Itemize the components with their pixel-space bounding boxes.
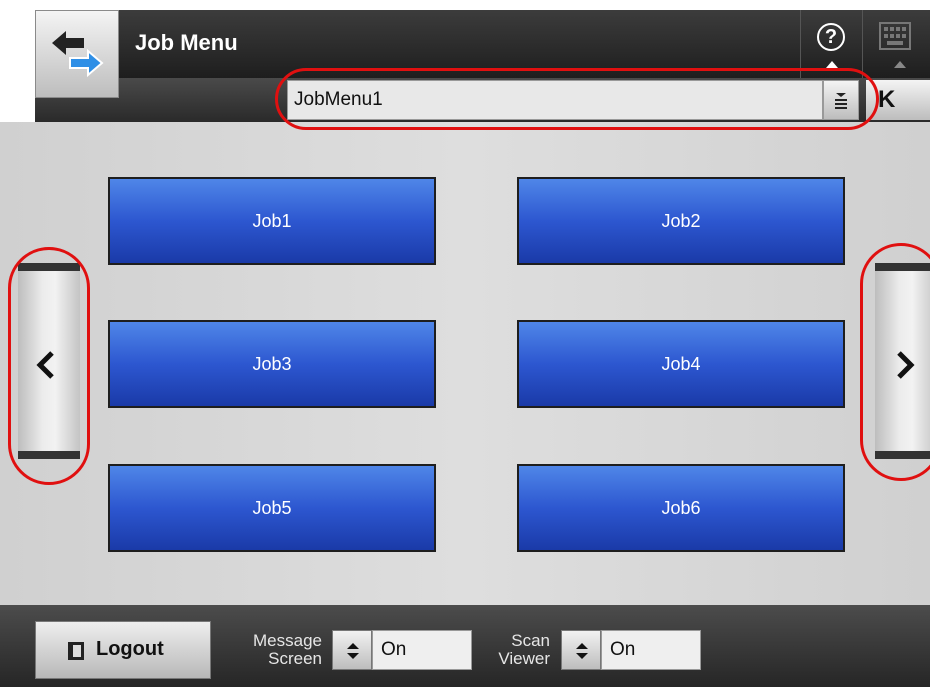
job-menu-screen: Job Menu ? JobMenu1 K Job1 Job2 Job3 Job… bbox=[0, 0, 930, 687]
back-arrow-icon bbox=[52, 31, 104, 78]
job-button-5[interactable]: Job5 bbox=[108, 464, 436, 552]
next-page-button[interactable] bbox=[875, 263, 930, 459]
job-button-2[interactable]: Job2 bbox=[517, 177, 845, 265]
keyboard-button[interactable] bbox=[862, 10, 930, 78]
job-button-4[interactable]: Job4 bbox=[517, 320, 845, 408]
dropdown-list-icon bbox=[835, 93, 847, 109]
chevron-left-icon bbox=[36, 351, 54, 379]
help-icon: ? bbox=[817, 23, 845, 51]
job-menu-select-value: JobMenu1 bbox=[294, 89, 383, 110]
collapse-icon: K bbox=[878, 86, 896, 113]
scan-viewer-label-line1: Scan bbox=[511, 631, 550, 650]
message-screen-value[interactable]: On bbox=[372, 630, 472, 670]
logout-icon bbox=[68, 642, 84, 660]
logout-label: Logout bbox=[96, 638, 164, 660]
collapse-button[interactable]: K bbox=[866, 80, 930, 120]
job-button-3[interactable]: Job3 bbox=[108, 320, 436, 408]
keyboard-icon bbox=[879, 22, 911, 50]
job-menu-select[interactable]: JobMenu1 bbox=[287, 80, 823, 120]
job-button-6[interactable]: Job6 bbox=[517, 464, 845, 552]
logout-button[interactable]: Logout bbox=[35, 621, 211, 679]
previous-page-button[interactable] bbox=[18, 263, 80, 459]
back-button[interactable] bbox=[35, 10, 119, 98]
scan-viewer-toggle-button[interactable] bbox=[561, 630, 601, 670]
help-button[interactable]: ? bbox=[800, 10, 862, 78]
up-down-arrows-icon bbox=[347, 643, 359, 659]
expand-up-icon bbox=[826, 61, 838, 68]
message-screen-label: Message Screen bbox=[232, 632, 322, 668]
expand-up-icon bbox=[894, 61, 906, 68]
job-button-1[interactable]: Job1 bbox=[108, 177, 436, 265]
scan-viewer-value[interactable]: On bbox=[601, 630, 701, 670]
up-down-arrows-icon bbox=[576, 643, 588, 659]
scan-viewer-label-line2: Viewer bbox=[498, 649, 550, 668]
page-title: Job Menu bbox=[135, 30, 238, 55]
scan-viewer-label: Scan Viewer bbox=[465, 632, 550, 668]
message-screen-label-line2: Screen bbox=[268, 649, 322, 668]
message-screen-toggle-button[interactable] bbox=[332, 630, 372, 670]
chevron-right-icon bbox=[897, 351, 915, 379]
job-menu-dropdown-button[interactable] bbox=[823, 80, 859, 120]
message-screen-label-line1: Message bbox=[253, 631, 322, 650]
